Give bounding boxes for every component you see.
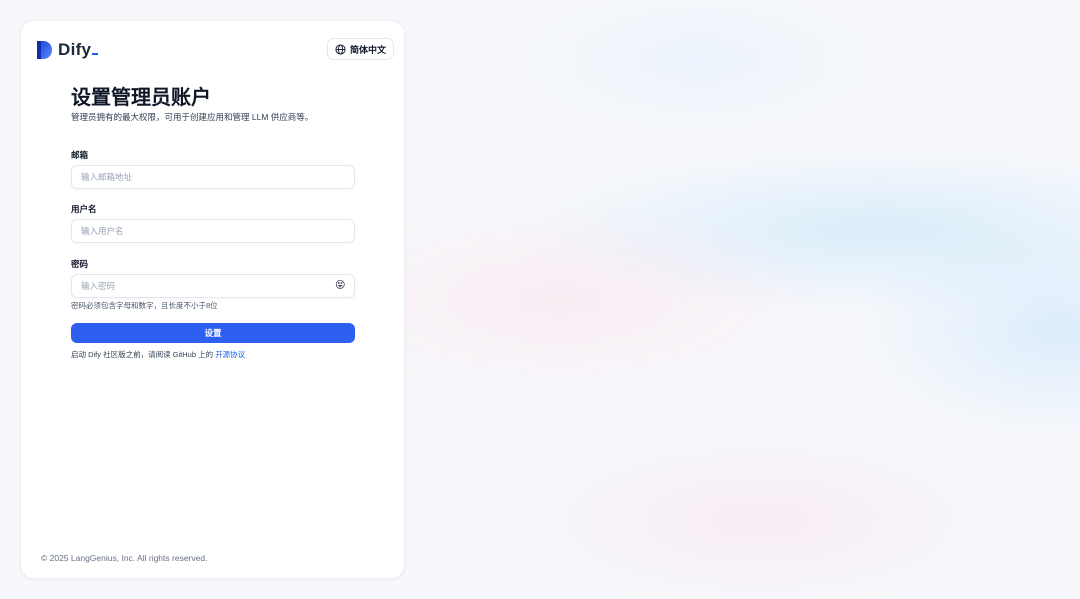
license-notice: 启动 Dify 社区版之前，请阅读 GitHub 上的 开源协议	[71, 349, 245, 360]
setup-submit-button[interactable]: 设置	[71, 323, 355, 343]
open-source-license-link[interactable]: 开源协议	[215, 350, 245, 359]
language-selector[interactable]: 简体中文	[327, 38, 395, 60]
setup-card: Dify 简体中文 设置管理员账户 管理员拥有的最大权限，可用于创建应用和管理 …	[20, 20, 405, 579]
brand-logo: Dify	[37, 40, 99, 60]
password-label: 密码	[71, 259, 89, 269]
language-label: 简体中文	[350, 44, 387, 55]
show-password-toggle-icon[interactable]: 😝	[335, 279, 345, 293]
username-field[interactable]	[71, 219, 355, 243]
page-title: 设置管理员账户	[71, 87, 211, 109]
globe-icon	[335, 43, 346, 55]
password-hint: 密码必须包含字母和数字，且长度不小于8位	[71, 301, 218, 310]
password-field[interactable]	[71, 274, 355, 298]
copyright-footer: © 2025 LangGenius, Inc. All rights reser…	[41, 553, 208, 563]
license-notice-text: 启动 Dify 社区版之前，请阅读 GitHub 上的	[71, 350, 216, 359]
username-label: 用户名	[71, 204, 97, 214]
brand-name: Dify	[58, 40, 99, 60]
email-label: 邮箱	[71, 150, 89, 160]
dify-logo-icon	[37, 41, 52, 59]
page-subtitle: 管理员拥有的最大权限，可用于创建应用和管理 LLM 供应商等。	[71, 112, 314, 122]
email-field[interactable]	[71, 165, 355, 189]
